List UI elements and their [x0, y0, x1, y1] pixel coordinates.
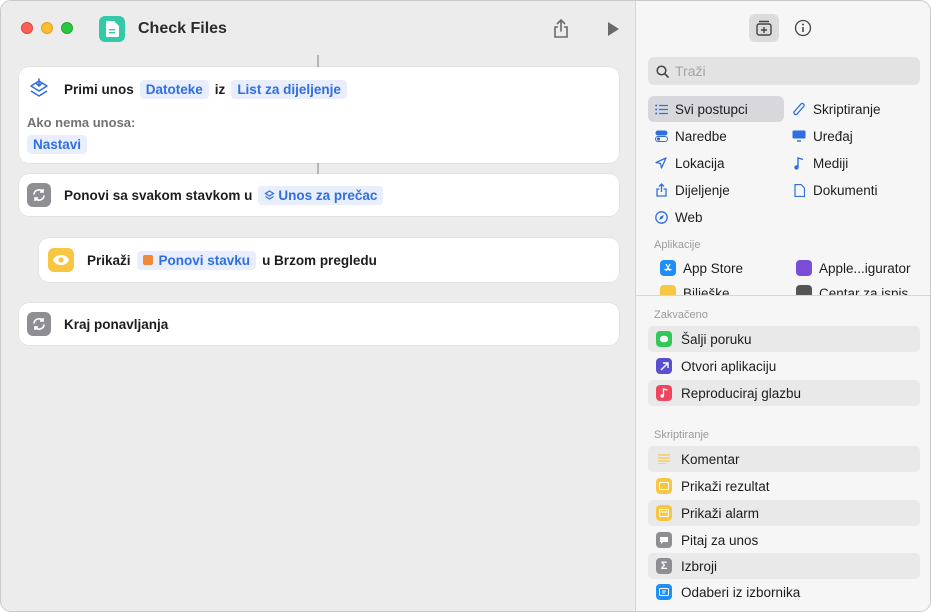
action-card-repeat-each[interactable]: Ponovi sa svakom stavkom u Unos za preča… — [19, 174, 619, 216]
action-comment[interactable]: Komentar — [648, 446, 920, 472]
result-icon — [656, 478, 672, 494]
fallback-label: Ako nema unosa: — [27, 115, 136, 130]
search-icon — [656, 64, 669, 78]
action-label-connector: iz — [214, 81, 226, 97]
add-action-icon — [756, 20, 772, 36]
play-icon — [608, 22, 619, 36]
scripting-section-label: Skriptiranje — [654, 429, 710, 441]
action-card-receive-input[interactable]: Primi unos Datoteke iz List za dijeljenj… — [19, 67, 619, 163]
category-documents[interactable]: Dokumenti — [786, 177, 922, 203]
configurator-icon — [796, 260, 812, 276]
app-app-store[interactable]: App Store — [654, 255, 790, 281]
share-icon — [654, 183, 668, 197]
action-show-alert[interactable]: Prikaži alarm — [648, 500, 920, 526]
category-scripting[interactable]: Skriptiranje — [786, 96, 922, 122]
close-button[interactable] — [21, 22, 33, 34]
notes-icon — [660, 285, 676, 295]
action-ask-for-input[interactable]: Pitaj za unos — [648, 527, 920, 553]
info-icon — [794, 19, 812, 37]
app-notes[interactable]: Bilješke — [654, 280, 790, 295]
share-icon — [554, 19, 568, 38]
message-icon — [656, 331, 672, 347]
shortcut-editor: Check Files Primi unos Datoteke iz List … — [1, 1, 635, 611]
app-store-icon — [660, 260, 676, 276]
share-button[interactable] — [549, 17, 573, 41]
app-print-center[interactable]: Centar za ispis — [790, 280, 926, 295]
app-apple-configurator[interactable]: Apple...igurator — [790, 255, 926, 281]
music-note-icon — [792, 156, 806, 170]
category-location[interactable]: Lokacija — [648, 150, 784, 176]
toggles-icon — [654, 129, 668, 143]
search-input[interactable] — [675, 63, 905, 79]
fallback-value-pill[interactable]: Nastavi — [27, 135, 88, 154]
shortcut-input-icon — [264, 189, 275, 200]
category-device[interactable]: Uređaj — [786, 123, 922, 149]
action-label: Prikaži — [87, 252, 131, 268]
param-type-pill[interactable]: Datoteke — [139, 79, 209, 99]
shortcuts-window: Check Files Primi unos Datoteke iz List … — [0, 0, 931, 612]
document-icon — [99, 16, 125, 42]
category-web[interactable]: Web — [648, 204, 784, 230]
window-title: Check Files — [138, 20, 227, 37]
action-show-result[interactable]: Prikaži rezultat — [648, 473, 920, 499]
open-arrow-icon — [656, 358, 672, 374]
action-count[interactable]: Σ Izbroji — [648, 553, 920, 579]
printer-icon — [796, 285, 812, 295]
action-label: Kraj ponavljanja — [64, 316, 169, 332]
pinned-section-label: Zakvačeno — [654, 309, 708, 321]
list-icon — [654, 102, 668, 116]
window-controls — [21, 22, 73, 34]
info-tab-button[interactable] — [788, 14, 818, 42]
ask-bubble-icon — [656, 532, 672, 548]
action-send-message[interactable]: Šalji poruku — [648, 326, 920, 352]
action-open-app[interactable]: Otvori aplikaciju — [648, 353, 920, 379]
param-input-pill[interactable]: Unos za prečac — [258, 185, 384, 205]
location-arrow-icon — [654, 156, 668, 170]
comment-lines-icon — [656, 451, 672, 467]
music-note-icon — [656, 385, 672, 401]
repeat-icon — [27, 183, 51, 207]
category-controls[interactable]: Naredbe — [648, 123, 784, 149]
zoom-button[interactable] — [61, 22, 73, 34]
compass-icon — [654, 210, 668, 224]
flow-connector — [317, 55, 319, 67]
monitor-icon — [792, 129, 806, 143]
action-label: Primi unos — [64, 81, 134, 97]
repeat-icon — [27, 312, 51, 336]
category-sharing[interactable]: Dijeljenje — [648, 177, 784, 203]
sidebar-divider — [636, 295, 930, 296]
action-card-quick-look[interactable]: Prikaži Ponovi stavku u Brzom pregledu — [39, 238, 619, 282]
param-source-pill[interactable]: List za dijeljenje — [231, 79, 347, 99]
scripting-icon — [792, 102, 806, 116]
flow-connector — [317, 162, 319, 174]
action-choose-from-menu[interactable]: Odaberi iz izbornika — [648, 579, 920, 605]
repeat-item-icon — [142, 255, 153, 265]
apps-overflow: Bilješke Centar za ispis — [636, 279, 930, 295]
sigma-icon: Σ — [656, 558, 672, 574]
action-library-sidebar: Svi postupci Naredbe Lokacija Dijeljenje… — [635, 1, 930, 611]
apps-section-label: Aplikacije — [654, 239, 701, 251]
menu-icon — [656, 584, 672, 600]
category-media[interactable]: Mediji — [786, 150, 922, 176]
action-label-suffix: u Brzom pregledu — [262, 252, 377, 268]
run-button[interactable] — [601, 17, 625, 41]
param-repeat-item-pill[interactable]: Ponovi stavku — [136, 250, 257, 270]
search-field[interactable] — [648, 57, 920, 85]
action-card-end-repeat[interactable]: Kraj ponavljanja — [19, 303, 619, 345]
library-tab-button[interactable] — [749, 14, 779, 42]
action-label: Ponovi sa svakom stavkom u — [64, 187, 253, 203]
eye-icon — [48, 248, 74, 272]
alert-icon — [656, 505, 672, 521]
category-all-actions[interactable]: Svi postupci — [648, 96, 784, 122]
document-icon — [792, 183, 806, 197]
receive-input-icon — [27, 77, 51, 101]
action-play-music[interactable]: Reproduciraj glazbu — [648, 380, 920, 406]
minimize-button[interactable] — [41, 22, 53, 34]
